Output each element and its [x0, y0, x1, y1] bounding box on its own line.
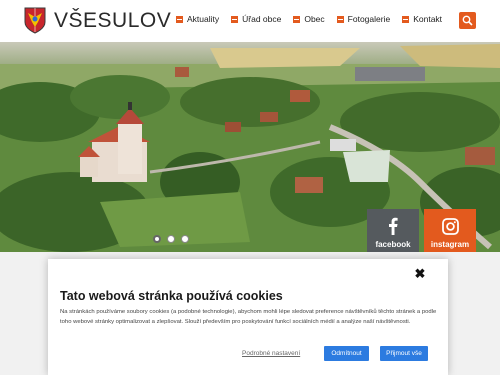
slider-dots [153, 235, 189, 243]
nav-bullet-icon [231, 15, 239, 23]
slider-dot-3[interactable] [181, 235, 189, 243]
site-title: VŠESULOV [54, 8, 172, 32]
nav-item-obec[interactable]: Obec [293, 14, 325, 24]
page: VŠESULOV Aktuality Úřad obce Obec Fotoga… [0, 0, 500, 375]
instagram-label: instagram [430, 239, 470, 249]
nav-item-label: Obec [304, 14, 325, 24]
nav-bullet-icon [402, 15, 410, 23]
site-header: VŠESULOV Aktuality Úřad obce Obec Fotoga… [0, 0, 500, 42]
search-icon [462, 15, 473, 26]
nav-item-label: Úřad obce [242, 14, 282, 24]
site-logo[interactable]: VŠESULOV [24, 7, 171, 34]
nav-item-kontakt[interactable]: Kontakt [402, 14, 442, 24]
nav-item-label: Aktuality [187, 14, 220, 24]
slider-dot-2[interactable] [167, 235, 175, 243]
slider-dot-1[interactable] [153, 235, 161, 243]
cookie-title: Tato webová stránka používá cookies [60, 289, 283, 303]
nav-item-label: Fotogalerie [347, 14, 391, 24]
instagram-button[interactable]: instagram [424, 209, 476, 257]
nav-item-urad-obce[interactable]: Úřad obce [231, 14, 281, 24]
nav-item-aktuality[interactable]: Aktuality [176, 14, 219, 24]
nav-bullet-icon [293, 15, 301, 23]
close-icon[interactable]: ✖ [414, 267, 426, 280]
nav-bullet-icon [176, 15, 183, 23]
accept-all-button[interactable]: Přijmout vše [380, 346, 428, 361]
facebook-label: facebook [375, 240, 411, 249]
cookie-dialog: ✖ Tato webová stránka používá cookies Na… [48, 259, 448, 375]
main-nav: Aktuality Úřad obce Obec Fotogalerie Kon… [176, 14, 454, 24]
cookie-description: Na stránkách používáme soubory cookies (… [60, 309, 437, 325]
facebook-button[interactable]: facebook [367, 209, 419, 257]
search-button[interactable] [459, 12, 476, 29]
reject-button[interactable]: Odmítnout [324, 346, 369, 361]
nav-item-label: Kontakt [413, 14, 443, 24]
nav-bullet-icon [336, 15, 344, 23]
cookie-settings-link[interactable]: Podrobné nastavení [242, 350, 300, 357]
facebook-icon [389, 217, 398, 235]
instagram-icon [441, 217, 459, 235]
nav-item-fotogalerie[interactable]: Fotogalerie [336, 14, 391, 24]
coat-of-arms-icon [24, 7, 46, 34]
